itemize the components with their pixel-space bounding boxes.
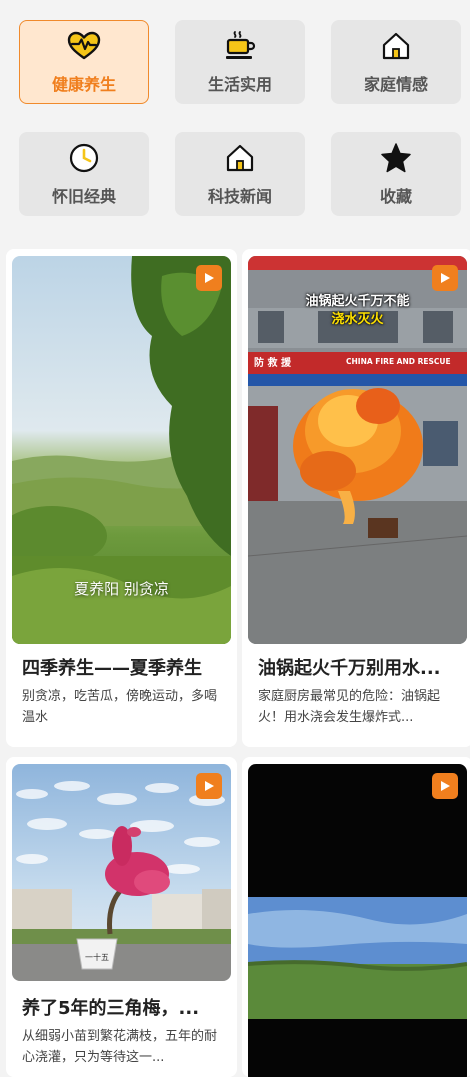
thumbnail-caption-line1: 油锅起火千万不能 [305,294,410,309]
sign-text-cn: 防 救 援 [254,358,291,369]
heart-pulse-icon [67,29,101,63]
video-title: 四季养生——夏季养生 [22,658,202,679]
video-thumbnail[interactable] [248,764,467,1077]
video-description: 别贪凉，吃苦瓜，傍晚运动，多喝温水 [22,689,218,725]
video-card[interactable]: 夏养阳 别贪凉 四季养生——夏季养生 别贪凉，吃苦瓜，傍晚运动，多喝温水 [6,249,237,747]
play-icon [432,773,458,799]
category-nostalgia[interactable]: 怀旧经典 [19,132,149,216]
category-health[interactable]: 健康养生 [19,20,149,104]
category-tech-news[interactable]: 科技新闻 [175,132,305,216]
video-title: 养了5年的三角梅，... [22,998,200,1019]
video-thumbnail[interactable]: 夏养阳 别贪凉 [12,256,231,644]
category-label: 怀旧经典 [51,187,116,206]
video-title: 油锅起火千万别用水... [258,658,441,679]
category-label: 生活实用 [207,75,272,94]
thumbnail-caption: 夏养阳 别贪凉 [74,580,169,598]
video-card[interactable] [242,757,470,1077]
video-card[interactable]: 防 救 援 CHINA FIRE AND RESCUE 油锅起火千万不能 浇水灭… [242,249,470,747]
play-icon [196,265,222,291]
category-label: 健康养生 [51,75,116,94]
house-icon [223,141,257,175]
house-icon [379,29,413,63]
coffee-cup-icon [223,29,257,63]
category-label: 科技新闻 [207,187,272,206]
category-family[interactable]: 家庭情感 [331,20,461,104]
clock-icon [67,141,101,175]
category-label: 收藏 [379,187,412,206]
category-life[interactable]: 生活实用 [175,20,305,104]
thumbnail-caption-line2: 浇水灭火 [331,312,384,327]
star-icon [379,141,413,175]
play-icon [432,265,458,291]
sign-text-en: CHINA FIRE AND RESCUE [346,357,451,366]
play-icon [196,773,222,799]
category-label: 家庭情感 [363,75,428,94]
video-thumbnail[interactable]: 一十五 [12,764,231,981]
video-thumbnail[interactable]: 防 救 援 CHINA FIRE AND RESCUE 油锅起火千万不能 浇水灭… [248,256,467,644]
video-card[interactable]: 一十五 养了5年的三角梅，... 从细弱小苗到繁花满枝，五年的耐心浇灌，只为等待… [6,757,237,1077]
pot-text: 一十五 [85,953,109,962]
video-description: 家庭厨房最常见的危险：油锅起火！用水浇会发生爆炸式... [258,689,441,725]
category-favorites[interactable]: 收藏 [331,132,461,216]
